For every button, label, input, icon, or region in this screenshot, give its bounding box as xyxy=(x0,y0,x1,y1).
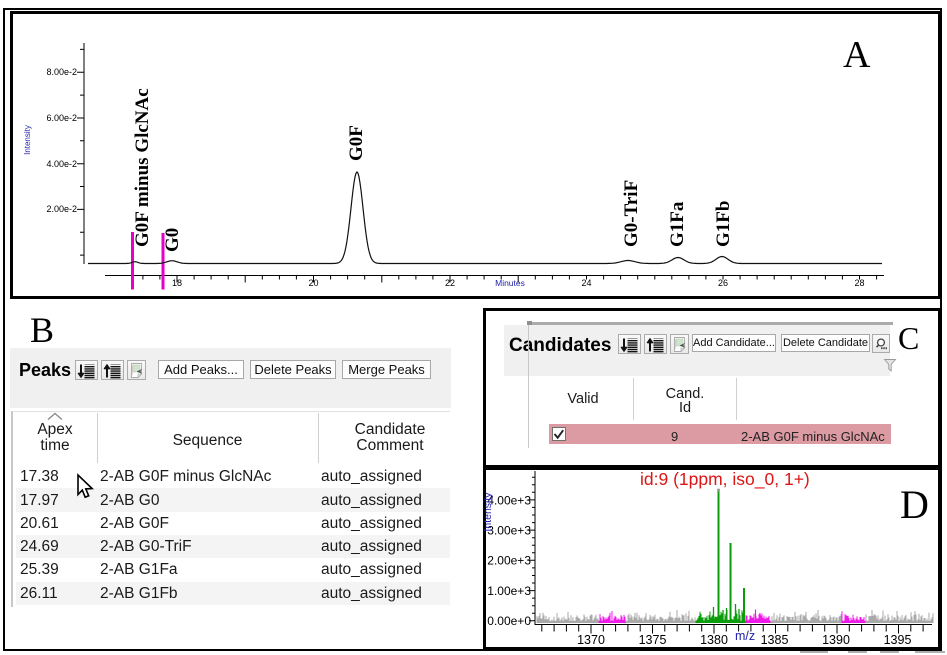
svg-text:G0F: G0F xyxy=(346,125,367,161)
svg-text:1385: 1385 xyxy=(761,633,789,647)
svg-text:6.00e-2: 6.00e-2 xyxy=(46,113,77,123)
svg-text:Intensity: Intensity xyxy=(482,492,494,532)
svg-text:1375: 1375 xyxy=(639,633,667,647)
svg-text:2.00e+3: 2.00e+3 xyxy=(487,554,531,568)
svg-text:1380: 1380 xyxy=(700,633,728,647)
svg-text:G0F minus GlcNAc: G0F minus GlcNAc xyxy=(132,88,153,247)
svg-text:m/z: m/z xyxy=(735,629,755,643)
svg-text:G0: G0 xyxy=(162,228,183,252)
svg-text:0.00e+0: 0.00e+0 xyxy=(487,614,531,628)
svg-text:24: 24 xyxy=(581,278,591,288)
svg-text:Intensity: Intensity xyxy=(23,125,32,155)
svg-text:1390: 1390 xyxy=(822,633,850,647)
svg-text:1370: 1370 xyxy=(577,633,605,647)
svg-text:4.00e-2: 4.00e-2 xyxy=(46,159,77,169)
svg-text:8.00e-2: 8.00e-2 xyxy=(46,67,77,77)
svg-text:Minutes: Minutes xyxy=(495,278,525,288)
svg-text:G0-TriF: G0-TriF xyxy=(621,180,642,247)
svg-text:20: 20 xyxy=(308,278,318,288)
svg-text:1.00e+3: 1.00e+3 xyxy=(487,584,531,598)
svg-text:28: 28 xyxy=(854,278,864,288)
svg-text:26: 26 xyxy=(718,278,728,288)
svg-text:18: 18 xyxy=(172,278,182,288)
svg-text:G1Fb: G1Fb xyxy=(713,201,734,247)
svg-text:G1Fa: G1Fa xyxy=(667,201,688,247)
svg-text:1395: 1395 xyxy=(884,633,912,647)
svg-text:22: 22 xyxy=(445,278,455,288)
svg-text:2.00e-2: 2.00e-2 xyxy=(46,204,77,214)
